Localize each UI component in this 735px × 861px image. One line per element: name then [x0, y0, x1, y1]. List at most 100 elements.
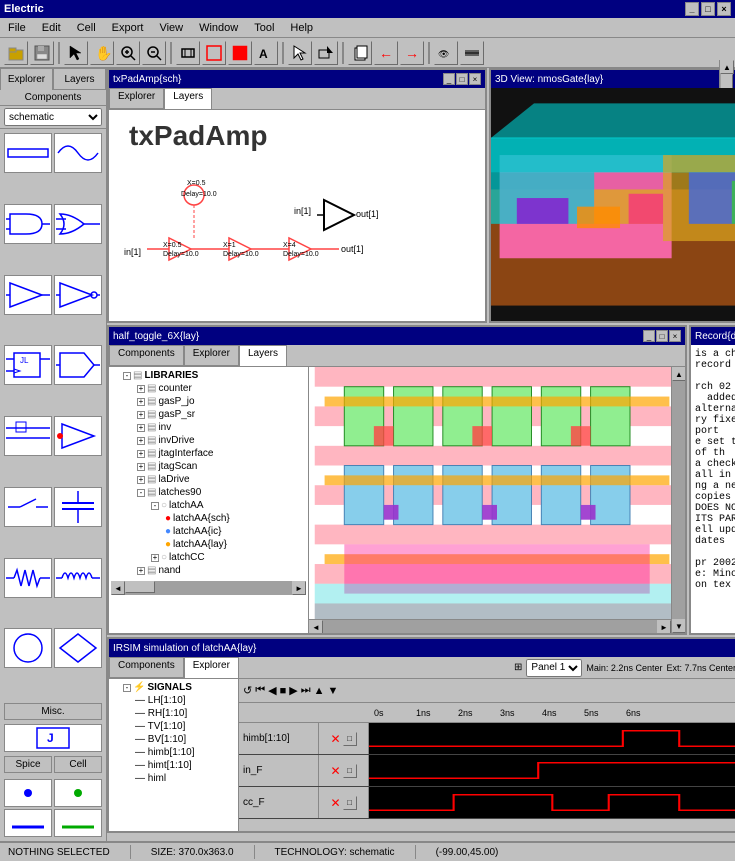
comp-switch[interactable] — [4, 487, 52, 527]
signal-delete-himb[interactable]: ✕ — [330, 732, 340, 746]
menu-view[interactable]: View — [155, 20, 187, 36]
win-txpad-tab-explorer[interactable]: Explorer — [109, 88, 164, 109]
wire-btn[interactable] — [202, 41, 226, 65]
tree-expand-nand[interactable]: + — [137, 567, 145, 575]
menu-cell[interactable]: Cell — [73, 20, 100, 36]
tree-latchAA-lay[interactable]: ● latchAA{lay} — [153, 538, 306, 551]
save-btn[interactable] — [30, 41, 54, 65]
tree-inv[interactable]: + ▤ inv — [125, 421, 306, 434]
comp-resistor[interactable] — [4, 558, 52, 598]
tree-gasP_jo[interactable]: + ▤ gasP_jo — [125, 395, 306, 408]
tree-counter[interactable]: + ▤ counter — [125, 382, 306, 395]
dot-cell-3[interactable] — [4, 809, 52, 837]
menu-help[interactable]: Help — [286, 20, 317, 36]
signal-himb[interactable]: — himb[1:10] — [123, 746, 236, 759]
comp-cap[interactable] — [54, 487, 102, 527]
irsim-panel-select[interactable]: Panel 1 — [526, 659, 582, 677]
play-icon[interactable]: ▶ — [289, 684, 297, 697]
minimize-btn[interactable]: _ — [685, 2, 699, 16]
layout-scroll-down[interactable]: ▼ — [672, 619, 685, 633]
tree-expand-jtagInterface[interactable]: + — [137, 450, 145, 458]
skip-back-icon[interactable]: ⏮ — [255, 684, 265, 697]
tree-expand-gasP_sr[interactable]: + — [137, 411, 145, 419]
tree-expand-latches90[interactable]: - — [137, 489, 145, 497]
tree-latchAA-ic[interactable]: ● latchAA{ic} — [153, 525, 306, 538]
tab-layers[interactable]: Layers — [53, 68, 106, 90]
tree-scroll-left[interactable]: ◄ — [111, 581, 125, 595]
replay-icon[interactable]: ↺ — [243, 684, 252, 697]
schematic-dropdown[interactable]: schematic — [4, 108, 102, 126]
comp-and[interactable] — [4, 204, 52, 244]
comp-bus[interactable] — [54, 133, 102, 173]
tree-nand[interactable]: + ▤ nand — [125, 564, 306, 577]
tab-explorer[interactable]: Explorer — [0, 68, 53, 90]
copy-btn[interactable] — [348, 41, 372, 65]
menu-tool[interactable]: Tool — [250, 20, 278, 36]
comp-wire[interactable] — [4, 133, 52, 173]
tree-scroll-right[interactable]: ► — [292, 581, 306, 595]
arc-btn[interactable] — [228, 41, 252, 65]
signal-delete-inF[interactable]: ✕ — [330, 764, 340, 778]
tree-scroll-thumb-h[interactable] — [125, 581, 155, 593]
comp-tri[interactable] — [54, 416, 102, 456]
tree-expand-gasP_jo[interactable]: + — [137, 398, 145, 406]
signal-LH[interactable]: — LH[1:10] — [123, 694, 236, 707]
3d-btn[interactable]: 👁 — [434, 41, 458, 65]
pointer-btn[interactable] — [64, 41, 88, 65]
win-toggle-maximize[interactable]: □ — [656, 330, 668, 342]
win-irsim-tab-explorer[interactable]: Explorer — [184, 657, 239, 678]
comp-xor[interactable] — [54, 345, 102, 385]
signal-BV[interactable]: — BV[1:10] — [123, 733, 236, 746]
tree-expand-signals[interactable]: - — [123, 684, 131, 692]
undo-btn[interactable]: ← — [374, 41, 398, 65]
spice-btn[interactable]: Spice — [4, 756, 52, 773]
comp-mux[interactable] — [4, 416, 52, 456]
tree-libraries[interactable]: - ▤ LIBRARIES — [111, 369, 306, 382]
signal-options-inF[interactable]: □ — [343, 764, 357, 778]
tree-latches90[interactable]: - ▤ latches90 — [125, 486, 306, 499]
signal-RH[interactable]: — RH[1:10] — [123, 707, 236, 720]
zoom-btn[interactable] — [116, 41, 140, 65]
tree-expand-libraries[interactable]: - — [123, 372, 131, 380]
maximize-btn[interactable]: □ — [701, 2, 715, 16]
comp-buf[interactable] — [4, 275, 52, 315]
dot-cell-4[interactable] — [54, 809, 102, 837]
tree-laDrive[interactable]: + ▤ laDrive — [125, 473, 306, 486]
component-btn[interactable] — [176, 41, 200, 65]
win-toggle-tab-explorer[interactable]: Explorer — [184, 345, 239, 366]
signal-himl[interactable]: — himl — [123, 772, 236, 785]
step-dn-icon[interactable]: ▼ — [328, 685, 339, 697]
signal-himt[interactable]: — himt[1:10] — [123, 759, 236, 772]
layout-scroll-up[interactable]: ▲ — [672, 367, 685, 381]
tree-expand-laDrive[interactable]: + — [137, 476, 145, 484]
select-btn[interactable] — [288, 41, 312, 65]
win-toggle-close[interactable]: × — [669, 330, 681, 342]
layout-scroll-right[interactable]: ► — [657, 620, 671, 633]
signal-delete-ccF[interactable]: ✕ — [330, 796, 340, 810]
signal-options-himb[interactable]: □ — [343, 732, 357, 746]
tree-latchCC[interactable]: + ○ latchCC — [139, 551, 306, 564]
signal-TV[interactable]: — TV[1:10] — [123, 720, 236, 733]
menu-file[interactable]: File — [4, 20, 30, 36]
win-toggle-minimize[interactable]: _ — [643, 330, 655, 342]
scroll-up[interactable]: ▲ — [720, 60, 734, 74]
layout-scroll-left[interactable]: ◄ — [309, 620, 323, 633]
tree-expand-jtagScan[interactable]: + — [137, 463, 145, 471]
win-txpad-close[interactable]: × — [469, 73, 481, 85]
comp-j[interactable]: J — [4, 724, 102, 752]
comp-diamond[interactable] — [54, 628, 102, 668]
win-irsim-tab-components[interactable]: Components — [109, 657, 184, 678]
tree-expand-latchAA[interactable]: - — [151, 502, 159, 510]
close-btn[interactable]: × — [717, 2, 731, 16]
comp-inductor[interactable] — [54, 558, 102, 598]
comp-circle[interactable] — [4, 628, 52, 668]
menu-edit[interactable]: Edit — [38, 20, 65, 36]
dot-cell-2[interactable] — [54, 779, 102, 807]
win-txpad-tab-layers[interactable]: Layers — [164, 88, 212, 109]
tree-expand-inv[interactable]: + — [137, 424, 145, 432]
win-toggle-tab-layers[interactable]: Layers — [239, 345, 287, 366]
menu-export[interactable]: Export — [108, 20, 148, 36]
dot-cell-1[interactable] — [4, 779, 52, 807]
comp-ff[interactable]: JL — [4, 345, 52, 385]
tree-latchAA-sch[interactable]: ● latchAA{sch} — [153, 512, 306, 525]
